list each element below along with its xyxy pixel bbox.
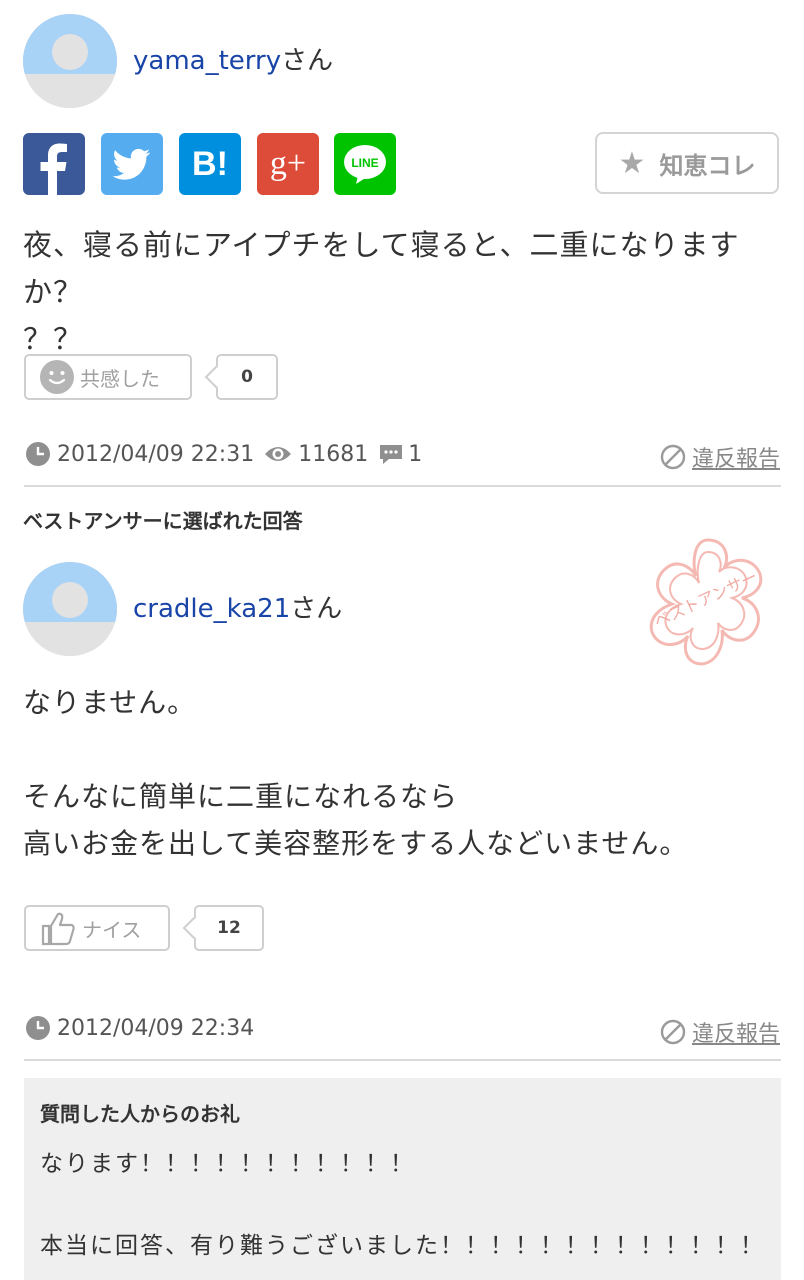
nice-label: ナイス	[82, 917, 142, 942]
empathy-count-value: 0	[241, 367, 253, 387]
nice-count-value: 12	[217, 918, 241, 938]
asker-honorific: さん	[281, 46, 334, 76]
hatena-share-button[interactable]: B!	[179, 133, 241, 195]
answerer-honorific: さん	[290, 594, 343, 624]
best-answer-stamp: ベストアンサー	[636, 532, 780, 676]
thanks-line2: 本当に回答、有り難うございました！！！！！！！！！！！！！	[40, 1233, 765, 1259]
answer-meta: 2012/04/09 22:34	[25, 1014, 254, 1042]
clock-icon	[26, 442, 50, 466]
answer-line1: なりません。	[23, 686, 197, 719]
nice-button[interactable]: ナイス	[24, 905, 170, 951]
thanks-box: 質問した人からのお礼 なります！！！！！！！！！！！ 本当に回答、有り難うござい…	[24, 1078, 781, 1280]
question-answer-count: 1	[408, 441, 423, 467]
answer-text: なりません。 そんなに簡単に二重になれるなら 高いお金を出して美容整形をする人な…	[23, 679, 793, 867]
line-share-button[interactable]: LINE	[334, 133, 396, 195]
clock-icon	[26, 1016, 50, 1040]
answer-report-label: 違反報告	[691, 1022, 780, 1047]
divider	[24, 485, 781, 487]
answerer-avatar[interactable]	[23, 562, 117, 656]
answer-line3: 高いお金を出して美容整形をする人などいません。	[23, 827, 689, 860]
prohibited-icon	[660, 1019, 686, 1045]
question-text-line1: 夜、寝る前にアイプチをして寝ると、二重になりますか？	[23, 228, 740, 309]
question-text: 夜、寝る前にアイプチをして寝ると、二重になりますか？ ？？	[23, 222, 793, 363]
chie-collection-button[interactable]: ★ 知恵コレ	[595, 132, 779, 194]
question-views: 11681	[298, 441, 369, 467]
answers-bubble-icon	[380, 445, 403, 464]
facebook-icon	[40, 143, 67, 195]
answer-line2: そんなに簡単に二重になれるなら	[23, 780, 459, 813]
thumbs-up-icon	[41, 912, 75, 946]
twitter-icon	[112, 148, 151, 180]
nice-count: 12	[182, 905, 264, 951]
question-datetime: 2012/04/09 22:31	[57, 441, 255, 467]
svg-text:LINE: LINE	[351, 156, 378, 170]
answer-report-link[interactable]: 違反報告	[660, 1016, 780, 1048]
answerer-username[interactable]: cradle_ka21	[133, 594, 290, 624]
sakura-stamp-icon: ベストアンサー	[649, 538, 763, 666]
googleplus-icon: g+	[269, 145, 307, 182]
googleplus-share-button[interactable]: g+	[257, 133, 319, 195]
question-meta: 2012/04/09 22:31 11681 1	[25, 440, 422, 468]
best-answer-heading: ベストアンサーに選ばれた回答	[23, 509, 303, 533]
empathy-label: 共感した	[80, 366, 160, 391]
smile-icon	[40, 360, 74, 394]
prohibited-icon	[660, 444, 686, 470]
divider	[24, 1059, 781, 1061]
empathy-button[interactable]: 共感した	[24, 354, 192, 400]
hatena-icon: B!	[192, 144, 228, 183]
chie-collection-label: 知恵コレ	[659, 151, 756, 180]
star-icon: ★	[618, 145, 646, 181]
thanks-line1: なります！！！！！！！！！！！	[40, 1151, 415, 1177]
asker-username[interactable]: yama_terry	[133, 46, 281, 76]
answer-datetime: 2012/04/09 22:34	[57, 1015, 255, 1041]
views-eye-icon	[265, 447, 292, 461]
asker-avatar[interactable]	[23, 14, 117, 108]
question-report-link[interactable]: 違反報告	[660, 441, 780, 473]
question-report-label: 違反報告	[691, 447, 780, 472]
empathy-count: 0	[204, 354, 278, 400]
facebook-share-button[interactable]	[23, 133, 85, 195]
thanks-heading: 質問した人からのお礼	[40, 1102, 240, 1126]
line-icon: LINE	[344, 145, 386, 184]
twitter-share-button[interactable]	[101, 133, 163, 195]
